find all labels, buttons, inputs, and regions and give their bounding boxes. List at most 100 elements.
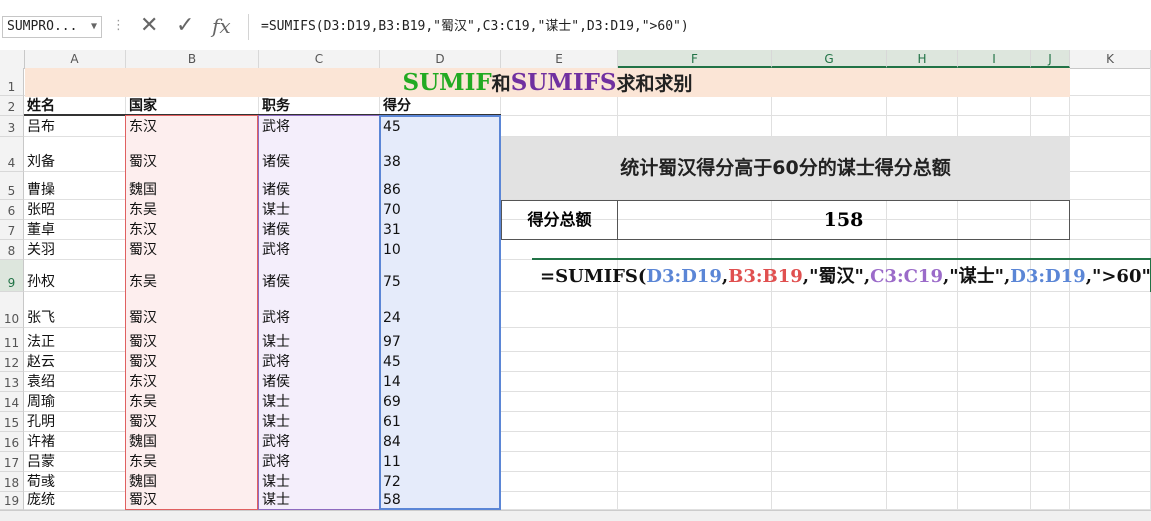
result-label[interactable]: 得分总额 bbox=[501, 200, 618, 240]
row-header-12[interactable]: 12 bbox=[0, 352, 24, 372]
table-header-cell[interactable]: 姓名 bbox=[24, 97, 126, 115]
row-header-13[interactable]: 13 bbox=[0, 372, 24, 392]
name-box-value: SUMPRO... bbox=[7, 19, 78, 34]
formula-criteria-role: ,"谋士", bbox=[942, 266, 1011, 287]
column-header-b[interactable]: B bbox=[126, 50, 259, 68]
column-header-e[interactable]: E bbox=[501, 50, 618, 68]
title-sumifs: SUMIFS bbox=[510, 69, 617, 96]
column-header-a[interactable]: A bbox=[24, 50, 126, 68]
select-all-corner[interactable] bbox=[0, 50, 25, 68]
row-number: 13 bbox=[3, 376, 20, 390]
range-d3-d19-highlight bbox=[379, 115, 501, 510]
row-number: 4 bbox=[7, 156, 16, 170]
column-header-i[interactable]: I bbox=[958, 50, 1031, 68]
row-header-2[interactable]: 2 bbox=[0, 96, 24, 116]
row-header-19[interactable]: 19 bbox=[0, 492, 24, 510]
table-cell[interactable]: 张飞 bbox=[24, 309, 126, 327]
sheet-tabs-bar[interactable] bbox=[0, 510, 1151, 521]
question-banner[interactable]: 统计蜀汉得分高于60分的谋士得分总额 bbox=[501, 137, 1070, 199]
table-cell[interactable]: 周瑜 bbox=[24, 393, 126, 411]
row-header-11[interactable]: 11 bbox=[0, 328, 24, 352]
formula-ref-d2: D3:D19 bbox=[1010, 266, 1086, 287]
cancel-icon[interactable]: ✕ bbox=[140, 12, 158, 40]
table-cell[interactable]: 法正 bbox=[24, 333, 126, 351]
formula-ref-c: C3:C19 bbox=[870, 266, 943, 287]
column-header-j[interactable]: J bbox=[1031, 50, 1070, 68]
formula-ref-b: B3:B19 bbox=[728, 266, 803, 287]
table-cell[interactable]: 赵云 bbox=[24, 353, 126, 371]
row-number: 8 bbox=[7, 244, 16, 258]
table-cell[interactable]: 袁绍 bbox=[24, 373, 126, 391]
title-and: 和 bbox=[491, 73, 511, 95]
result-value[interactable]: 158 bbox=[618, 200, 1070, 240]
row-number: 6 bbox=[7, 204, 16, 218]
insert-function-icon[interactable]: fx bbox=[212, 12, 231, 40]
row-header-4[interactable]: 4 bbox=[0, 137, 24, 172]
row-header-8[interactable]: 8 bbox=[0, 240, 24, 260]
table-cell[interactable]: 孔明 bbox=[24, 413, 126, 431]
row-number: 17 bbox=[3, 456, 20, 470]
table-cell[interactable]: 曹操 bbox=[24, 181, 126, 199]
table-cell[interactable]: 刘备 bbox=[24, 153, 126, 171]
row-header-7[interactable]: 7 bbox=[0, 220, 24, 240]
formula-criteria-country: ,"蜀汉", bbox=[802, 266, 871, 287]
check-icon[interactable]: ✓ bbox=[176, 12, 194, 40]
table-cell[interactable]: 吕布 bbox=[24, 118, 126, 136]
range-c3-c19-highlight bbox=[258, 115, 380, 510]
table-cell[interactable]: 荀彧 bbox=[24, 473, 126, 491]
row-number: 10 bbox=[3, 312, 20, 326]
title-suffix: 求和求别 bbox=[616, 73, 693, 95]
row-header-6[interactable]: 6 bbox=[0, 200, 24, 220]
row-number: 18 bbox=[3, 476, 20, 490]
row-number: 14 bbox=[3, 396, 20, 410]
table-header-cell[interactable]: 得分 bbox=[380, 97, 501, 115]
table-header-cell[interactable]: 国家 bbox=[126, 97, 259, 115]
table-cell[interactable]: 庞统 bbox=[24, 491, 126, 509]
row-header-14[interactable]: 14 bbox=[0, 392, 24, 412]
row-header-16[interactable]: 16 bbox=[0, 432, 24, 452]
row-header-10[interactable]: 10 bbox=[0, 292, 24, 328]
cell-formula-text[interactable]: =SUMIFS(D3:D19,B3:B19,"蜀汉",C3:C19,"谋士",D… bbox=[540, 264, 1151, 290]
row-header-3[interactable]: 3 bbox=[0, 116, 24, 137]
name-box[interactable]: SUMPRO... ▼ bbox=[2, 16, 102, 38]
row-number: 11 bbox=[3, 336, 20, 350]
column-header-k[interactable]: K bbox=[1070, 50, 1151, 68]
row-number: 5 bbox=[7, 184, 16, 198]
row-number: 3 bbox=[7, 121, 16, 135]
table-cell[interactable]: 张昭 bbox=[24, 201, 126, 219]
row-header-15[interactable]: 15 bbox=[0, 412, 24, 432]
table-cell[interactable]: 董卓 bbox=[24, 221, 126, 239]
sheet-title[interactable]: SUMIF和SUMIFS求和求别 bbox=[25, 68, 1070, 97]
formula-input[interactable]: =SUMIFS(D3:D19,B3:B19,"蜀汉",C3:C19,"谋士",D… bbox=[248, 14, 1151, 40]
table-cell[interactable]: 许褚 bbox=[24, 433, 126, 451]
table-cell[interactable]: 孙权 bbox=[24, 273, 126, 291]
row-number: 7 bbox=[7, 224, 16, 238]
row-header-1[interactable]: 1 bbox=[0, 68, 24, 96]
column-header-c[interactable]: C bbox=[259, 50, 380, 68]
row-number: 1 bbox=[7, 80, 16, 94]
table-cell[interactable]: 关羽 bbox=[24, 241, 126, 259]
column-headers: ABCDEFGHIJK bbox=[0, 50, 1151, 69]
row-number: 2 bbox=[7, 100, 16, 114]
formula-function: =SUMIFS( bbox=[540, 266, 647, 287]
table-cell[interactable]: 吕蒙 bbox=[24, 453, 126, 471]
row-header-9[interactable]: 9 bbox=[0, 260, 24, 292]
row-number: 9 bbox=[7, 276, 16, 290]
chevron-down-icon[interactable]: ▼ bbox=[91, 17, 97, 37]
formula-ref-d: D3:D19 bbox=[646, 266, 722, 287]
column-header-h[interactable]: H bbox=[887, 50, 958, 68]
column-header-f[interactable]: F bbox=[618, 50, 772, 68]
row-header-5[interactable]: 5 bbox=[0, 172, 24, 200]
table-header-cell[interactable]: 职务 bbox=[259, 97, 380, 115]
row-number: 12 bbox=[3, 356, 20, 370]
column-header-g[interactable]: G bbox=[772, 50, 887, 68]
formula-bar: SUMPRO... ▼ ⋮ ✕ ✓ fx =SUMIFS(D3:D19,B3:B… bbox=[0, 0, 1151, 51]
row-header-18[interactable]: 18 bbox=[0, 472, 24, 492]
range-b3-b19-highlight bbox=[125, 115, 258, 510]
row-number: 15 bbox=[3, 416, 20, 430]
column-header-d[interactable]: D bbox=[380, 50, 501, 68]
title-sumif: SUMIF bbox=[402, 69, 492, 96]
row-header-17[interactable]: 17 bbox=[0, 452, 24, 472]
more-options-icon[interactable]: ⋮ bbox=[112, 18, 125, 33]
row-number: 16 bbox=[3, 436, 20, 450]
